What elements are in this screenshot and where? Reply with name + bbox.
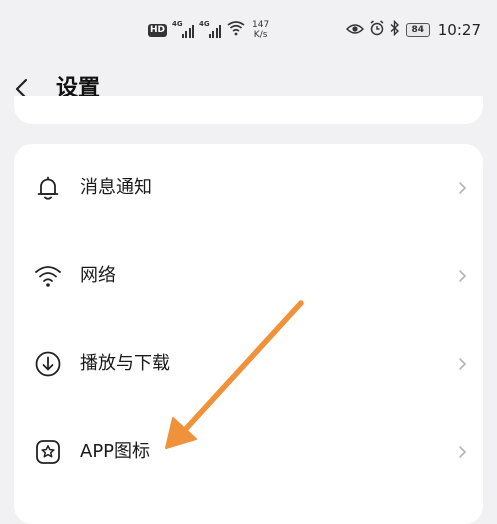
app-icon	[34, 438, 62, 466]
settings-item-label: 网络	[80, 265, 116, 286]
status-time: 10:27	[437, 21, 481, 39]
wifi-icon	[34, 262, 62, 290]
eye-icon	[345, 21, 364, 40]
net-speed: 147 K/s	[252, 20, 269, 40]
settings-list: 消息通知 网络 播放与下载 APP图标	[14, 144, 483, 524]
settings-item-label: APP图标	[80, 441, 151, 462]
chevron-right-icon	[457, 444, 467, 460]
status-right-group: 84 10:27	[341, 19, 481, 40]
status-bar: HD 4G 4G 147 K/s 84 10:27	[0, 0, 497, 66]
status-left-group: HD 4G 4G 147 K/s	[148, 20, 269, 40]
battery-indicator: 84	[405, 23, 430, 37]
net-speed-value: 147	[252, 20, 270, 30]
alarm-icon	[369, 20, 385, 40]
hd-badge: HD	[148, 23, 168, 37]
download-icon	[34, 350, 62, 378]
settings-item-app-icon[interactable]: APP图标	[14, 408, 483, 496]
chevron-right-icon	[457, 180, 467, 196]
signal-2-icon: 4G	[199, 20, 222, 38]
signal-1-icon: 4G	[172, 20, 195, 38]
chevron-right-icon	[457, 356, 467, 372]
wifi-status-icon	[226, 20, 246, 40]
chevron-right-icon	[457, 268, 467, 284]
net-speed-unit: K/s	[253, 30, 268, 40]
settings-item-label: 消息通知	[80, 177, 152, 198]
settings-item-notifications[interactable]: 消息通知	[14, 144, 483, 232]
settings-item-network[interactable]: 网络	[14, 232, 483, 320]
bell-icon	[34, 174, 62, 202]
settings-item-label: 播放与下载	[80, 353, 170, 374]
settings-item-playback-download[interactable]: 播放与下载	[14, 320, 483, 408]
previous-card-edge	[14, 96, 483, 124]
bluetooth-icon	[390, 19, 400, 40]
